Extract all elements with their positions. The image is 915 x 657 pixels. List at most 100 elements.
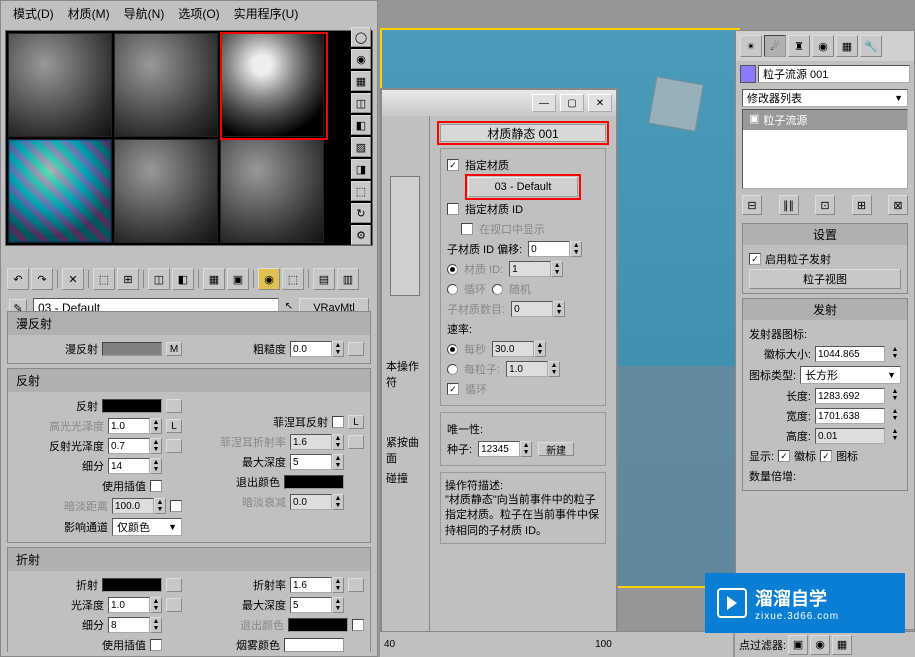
- material-slot-6[interactable]: [220, 139, 324, 243]
- perpart-spinner[interactable]: ▲▼: [506, 361, 560, 377]
- rexitcolor-swatch[interactable]: [288, 618, 348, 632]
- ior-map-button[interactable]: [348, 578, 364, 592]
- dimdist-spinner[interactable]: ▲▼: [112, 498, 166, 514]
- object-color-swatch[interactable]: [740, 65, 756, 83]
- sample-uv-icon[interactable]: ◫: [351, 93, 371, 113]
- preview-icon[interactable]: ▨: [351, 137, 371, 157]
- backlight-icon[interactable]: ◉: [351, 49, 371, 69]
- maximize-icon[interactable]: ▢: [560, 94, 584, 112]
- show-icon-checkbox[interactable]: ✓: [820, 450, 832, 462]
- persec-radio[interactable]: [447, 344, 458, 355]
- show-vp-checkbox[interactable]: [461, 223, 473, 235]
- rollout-refract-header[interactable]: 折射: [8, 548, 370, 571]
- menu-utilities[interactable]: 实用程序(U): [228, 3, 305, 24]
- video-check-icon[interactable]: ◧: [351, 115, 371, 135]
- perpart-radio[interactable]: [447, 364, 458, 375]
- modify-tab-icon[interactable]: ☄: [764, 35, 786, 57]
- reset-map-icon[interactable]: ⬚: [93, 268, 115, 290]
- modifier-list-dropdown[interactable]: 修改器列表▼: [742, 89, 908, 107]
- timeline-bar[interactable]: 40 100: [380, 631, 733, 657]
- options-icon[interactable]: ◨: [351, 159, 371, 179]
- minimize-icon[interactable]: —: [532, 94, 556, 112]
- put-to-scene-icon[interactable]: ↷: [31, 268, 53, 290]
- exitcolor-swatch[interactable]: [284, 475, 344, 489]
- menu-options[interactable]: 选项(O): [172, 3, 225, 24]
- make-unique-stack-icon[interactable]: ⊡: [815, 195, 835, 215]
- width-input[interactable]: [815, 408, 885, 424]
- affect-dropdown[interactable]: 仅颜色▼: [112, 518, 182, 536]
- viewport-gizmo[interactable]: [648, 76, 704, 132]
- create-tab-icon[interactable]: ✴: [740, 35, 762, 57]
- settings-icon[interactable]: ⚙: [351, 225, 371, 245]
- rmaxdepth-spinner[interactable]: ▲▼: [290, 597, 344, 613]
- show-map-icon[interactable]: ▣: [227, 268, 249, 290]
- close-icon[interactable]: ✕: [588, 94, 612, 112]
- rollout-reflect-header[interactable]: 反射: [8, 369, 370, 392]
- roughness-spinner[interactable]: ▲▼: [290, 341, 344, 357]
- put-to-library-icon[interactable]: ◧: [172, 268, 194, 290]
- reflect-color-swatch[interactable]: [102, 399, 162, 413]
- useinterp-checkbox[interactable]: [150, 480, 162, 492]
- length-input[interactable]: [815, 388, 885, 404]
- persec-spinner[interactable]: ▲▼: [492, 341, 546, 357]
- sample-type-icon[interactable]: ◯: [351, 27, 371, 47]
- rgloss2-map-button[interactable]: [166, 598, 182, 612]
- height-input[interactable]: [815, 428, 885, 444]
- loop-checkbox[interactable]: ✓: [447, 383, 459, 395]
- material-slot-5[interactable]: [114, 139, 218, 243]
- dimdist-checkbox[interactable]: [170, 500, 182, 512]
- show-logo-checkbox[interactable]: ✓: [778, 450, 790, 462]
- hgloss-lock-button[interactable]: L: [166, 419, 182, 433]
- rollout-diffuse-header[interactable]: 漫反射: [8, 312, 370, 335]
- dialog-titlebar[interactable]: — ▢ ✕: [382, 90, 616, 116]
- enable-emit-checkbox[interactable]: ✓: [749, 253, 761, 265]
- fogcolor-swatch[interactable]: [284, 638, 344, 652]
- logo-size-input[interactable]: [815, 346, 885, 362]
- particle-view-button[interactable]: 粒子视图: [749, 269, 901, 289]
- select-by-mat-icon[interactable]: ⬚: [351, 181, 371, 201]
- assign-id-checkbox[interactable]: [447, 203, 459, 215]
- matid-radio[interactable]: [447, 264, 458, 275]
- pf-operator-header[interactable]: 材质静态 001: [440, 124, 606, 142]
- pf-schematic-node[interactable]: [390, 176, 420, 296]
- submat-count-spinner[interactable]: ▲▼: [511, 301, 565, 317]
- fresnel-ior-spinner[interactable]: ▲▼: [290, 434, 344, 450]
- random-radio[interactable]: [492, 284, 503, 295]
- rollout-settings-header[interactable]: 设置: [743, 224, 907, 245]
- display-tab-icon[interactable]: ▦: [836, 35, 858, 57]
- new-seed-button[interactable]: 新建: [538, 442, 574, 456]
- dimfade-spinner[interactable]: ▲▼: [290, 494, 344, 510]
- show-end-result-icon[interactable]: ◉: [258, 268, 280, 290]
- material-slot-1[interactable]: [8, 33, 112, 137]
- object-name-input[interactable]: [758, 65, 910, 83]
- material-select-button[interactable]: 03 - Default: [468, 177, 578, 197]
- fresnel-lock-button[interactable]: L: [348, 415, 364, 429]
- rexitcolor-checkbox[interactable]: [352, 619, 364, 631]
- material-id-icon[interactable]: ▦: [203, 268, 225, 290]
- reflect-map-button[interactable]: [166, 399, 182, 413]
- remove-modifier-icon[interactable]: ⊞: [852, 195, 872, 215]
- refract-color-swatch[interactable]: [102, 578, 162, 592]
- motion-tab-icon[interactable]: ◉: [812, 35, 834, 57]
- rgloss-map-button[interactable]: [166, 439, 182, 453]
- menu-mode[interactable]: 模式(D): [7, 3, 60, 24]
- matid-spinner[interactable]: ▲▼: [509, 261, 563, 277]
- roughness-map-button[interactable]: [348, 342, 364, 356]
- filter-tool-3-icon[interactable]: ▦: [832, 635, 852, 655]
- material-slot-4[interactable]: [8, 139, 112, 243]
- background-icon[interactable]: ▦: [351, 71, 371, 91]
- diffuse-map-button[interactable]: M: [166, 342, 182, 356]
- assign-material-icon[interactable]: ✕: [62, 268, 84, 290]
- ruseinterp-checkbox[interactable]: [150, 639, 162, 651]
- go-forward-icon[interactable]: ▤: [313, 268, 335, 290]
- filter-tool-1-icon[interactable]: ▣: [788, 635, 808, 655]
- make-unique-icon[interactable]: ◫: [148, 268, 170, 290]
- ior-spinner[interactable]: ▲▼: [290, 577, 344, 593]
- material-slot-2[interactable]: [114, 33, 218, 137]
- go-parent-icon[interactable]: ⬚: [282, 268, 304, 290]
- get-material-icon[interactable]: ↶: [7, 268, 29, 290]
- material-map-nav-icon[interactable]: ↻: [351, 203, 371, 223]
- rgloss-spinner[interactable]: ▲▼: [108, 438, 162, 454]
- modifier-stack[interactable]: ▣粒子流源: [742, 109, 908, 189]
- cycle-radio[interactable]: [447, 284, 458, 295]
